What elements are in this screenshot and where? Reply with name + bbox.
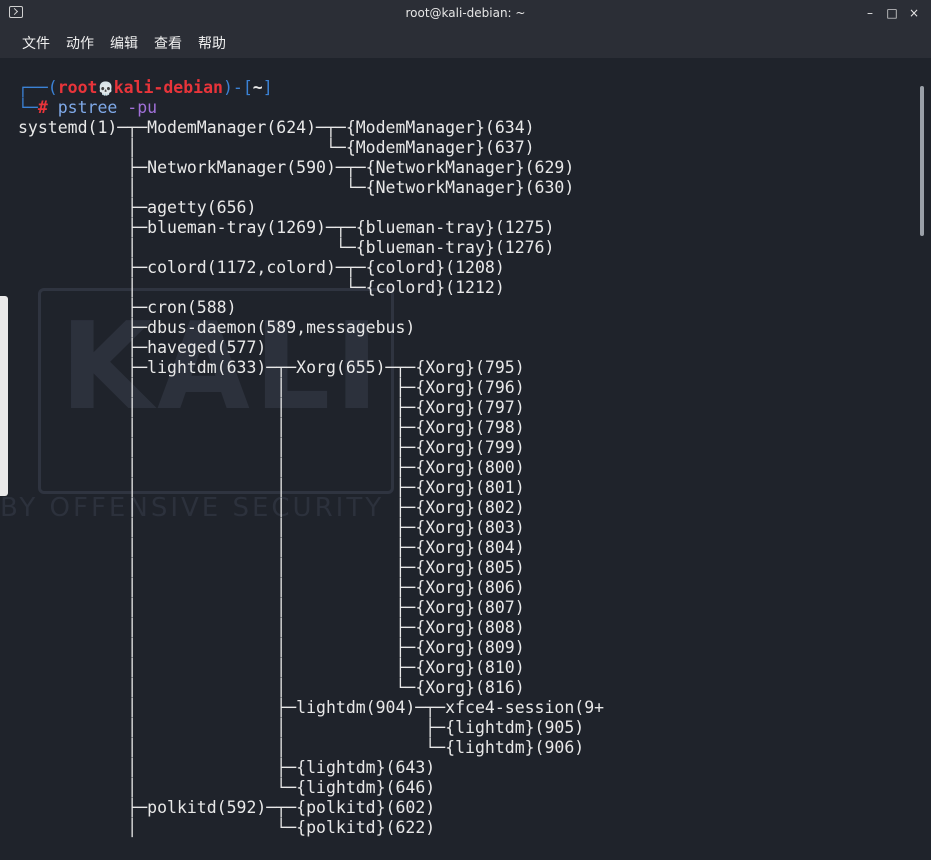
output-line: │ │ ├─{Xorg}(799)	[18, 438, 525, 457]
close-button[interactable]: ×	[906, 5, 922, 21]
output-line: │ └─{ModemManager}(637)	[18, 138, 535, 157]
output-line: ├─polkitd(592)─┬─{polkitd}(602)	[18, 798, 436, 817]
output-line: │ │ ├─{Xorg}(801)	[18, 478, 525, 497]
output-line: │ │ ├─{Xorg}(806)	[18, 578, 525, 597]
output-line: ├─blueman-tray(1269)─┬─{blueman-tray}(12…	[18, 218, 555, 237]
menu-bar: 文件 动作 编辑 查看 帮助	[0, 28, 931, 58]
output-line: │ └─{blueman-tray}(1276)	[18, 238, 555, 257]
menu-file[interactable]: 文件	[22, 33, 50, 53]
command-text: pstree	[57, 98, 118, 117]
output-line: │ │ ├─{Xorg}(796)	[18, 378, 525, 397]
output-line: ├─NetworkManager(590)─┬─{NetworkManager}…	[18, 158, 575, 177]
pstree-output: systemd(1)─┬─ModemManager(624)─┬─{ModemM…	[18, 118, 604, 838]
output-line: ├─colord(1172,colord)─┬─{colord}(1208)	[18, 258, 505, 277]
output-line: │ │ ├─{Xorg}(809)	[18, 638, 525, 657]
prompt-line-1: ┌──(root💀kali-debian)-[~]	[18, 78, 273, 97]
window-title: root@kali-debian: ~	[405, 6, 526, 20]
output-line: │ │ ├─{Xorg}(808)	[18, 618, 525, 637]
output-line: │ │ └─{lightdm}(906)	[18, 738, 585, 757]
output-line: ├─agetty(656)	[18, 198, 257, 217]
scrollbar-thumb[interactable]	[920, 86, 924, 236]
maximize-button[interactable]: □	[884, 5, 900, 21]
output-line: ├─haveged(577)	[18, 338, 267, 357]
minimize-button[interactable]: –	[862, 5, 878, 21]
output-line: ├─cron(588)	[18, 298, 237, 317]
prompt-user: root	[57, 78, 98, 97]
output-line: │ │ ├─{Xorg}(807)	[18, 598, 525, 617]
output-line: ├─dbus-daemon(589,messagebus)	[18, 318, 416, 337]
command-args: -pu	[127, 98, 158, 117]
output-line: │ └─{polkitd}(622)	[18, 818, 436, 837]
output-line: │ ├─{lightdm}(643)	[18, 758, 436, 777]
output-line: │ └─{colord}(1212)	[18, 278, 505, 297]
output-line: │ │ └─{Xorg}(816)	[18, 678, 525, 697]
prompt-dir: ~	[252, 78, 263, 97]
terminal-area[interactable]: KALI BY OFFENSIVE SECURITY ┌──(root💀kali…	[0, 58, 931, 860]
prompt-line-2: └─# pstree -pu	[18, 98, 158, 117]
output-line: │ └─{lightdm}(646)	[18, 778, 436, 797]
output-line: │ │ ├─{Xorg}(810)	[18, 658, 525, 677]
menu-help[interactable]: 帮助	[198, 33, 226, 53]
output-line: systemd(1)─┬─ModemManager(624)─┬─{ModemM…	[18, 118, 535, 137]
output-line: │ └─{NetworkManager}(630)	[18, 178, 575, 197]
output-line: │ │ ├─{Xorg}(804)	[18, 538, 525, 557]
menu-view[interactable]: 查看	[154, 33, 182, 53]
title-bar: root@kali-debian: ~ – □ ×	[0, 0, 931, 28]
background-window-edge	[0, 296, 8, 496]
output-line: │ │ ├─{Xorg}(797)	[18, 398, 525, 417]
output-line: │ ├─lightdm(904)─┬─xfce4-session(9+	[18, 698, 605, 717]
output-line: │ │ ├─{lightdm}(905)	[18, 718, 585, 737]
menu-edit[interactable]: 编辑	[110, 33, 138, 53]
menu-action[interactable]: 动作	[66, 33, 94, 53]
prompt-symbol: #	[37, 98, 48, 117]
skull-icon: 💀	[97, 82, 114, 97]
output-line: │ │ ├─{Xorg}(805)	[18, 558, 525, 577]
output-line: │ │ ├─{Xorg}(800)	[18, 458, 525, 477]
prompt-host: kali-debian	[113, 78, 223, 97]
output-line: ├─lightdm(633)─┬─Xorg(655)─┬─{Xorg}(795)	[18, 358, 525, 377]
output-line: │ │ ├─{Xorg}(803)	[18, 518, 525, 537]
output-line: │ │ ├─{Xorg}(802)	[18, 498, 525, 517]
output-line: │ │ ├─{Xorg}(798)	[18, 418, 525, 437]
